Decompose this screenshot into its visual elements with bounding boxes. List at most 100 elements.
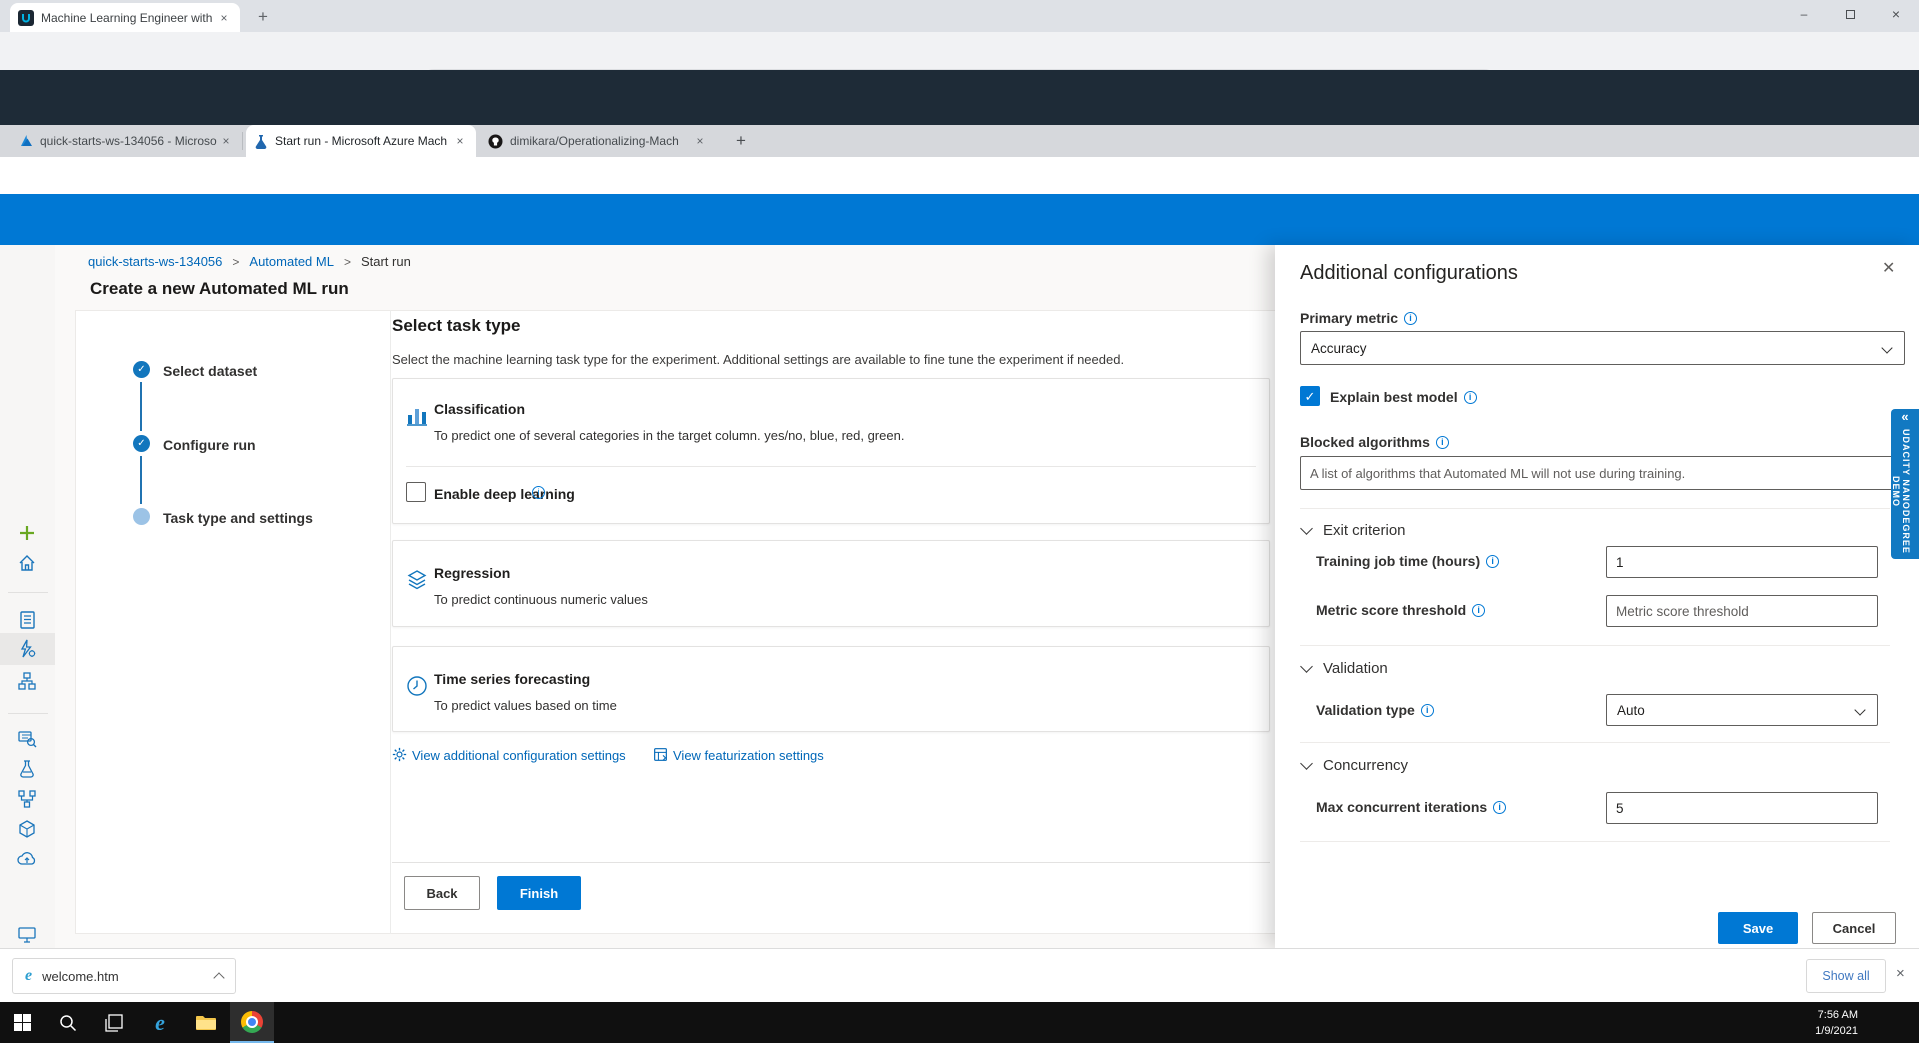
primary-metric-select[interactable]: Accuracy: [1300, 331, 1905, 365]
back-button[interactable]: Back: [404, 876, 480, 910]
validation-type-label-row: Validation type: [1316, 702, 1434, 718]
start-button[interactable]: [0, 1002, 44, 1043]
task-card-regression[interactable]: Regression To predict continuous numeric…: [392, 540, 1270, 627]
info-icon[interactable]: [1421, 704, 1434, 717]
minimize-icon[interactable]: [1781, 0, 1827, 28]
search-icon: [59, 1014, 77, 1032]
validation-type-select[interactable]: Auto: [1606, 694, 1878, 726]
close-icon[interactable]: [1896, 965, 1905, 982]
new-tab-button[interactable]: [252, 6, 274, 28]
divider: [242, 132, 243, 150]
udacity-demo-tab[interactable]: UDACITY NANODEGREE DEMO: [1891, 409, 1919, 559]
breadcrumb-current: Start run: [361, 254, 411, 269]
vm-tab-github[interactable]: dimikara/Operationalizing-Mach: [480, 125, 716, 157]
outer-tab-title: Machine Learning Engineer with: [41, 11, 216, 25]
training-time-label-row: Training job time (hours): [1316, 553, 1499, 569]
experiments-icon[interactable]: [15, 757, 39, 781]
close-icon[interactable]: [218, 133, 234, 149]
concurrency-section[interactable]: Concurrency: [1302, 757, 1408, 774]
task-card-classification[interactable]: Classification To predict one of several…: [392, 378, 1270, 524]
models-icon[interactable]: [15, 817, 39, 841]
enable-deep-learning-checkbox[interactable]: [406, 482, 426, 502]
info-icon[interactable]: [1404, 312, 1417, 325]
primary-metric-label: Primary metric: [1300, 310, 1398, 326]
datasets-icon[interactable]: [15, 727, 39, 751]
training-job-time-input[interactable]: [1606, 546, 1878, 578]
home-icon[interactable]: [15, 551, 39, 575]
panel-title: Additional configurations: [1300, 262, 1518, 285]
metric-score-threshold-input[interactable]: [1606, 595, 1878, 627]
vm-tab-workspace[interactable]: quick-starts-ws-134056 - Microso: [10, 125, 242, 157]
task-view-button[interactable]: [92, 1002, 136, 1043]
compute-icon[interactable]: [15, 923, 39, 947]
concurrency-label: Concurrency: [1323, 757, 1408, 774]
close-icon[interactable]: [216, 10, 232, 26]
internet-explorer-button[interactable]: [138, 1002, 182, 1043]
step-task-type[interactable]: Task type and settings: [163, 510, 313, 526]
step-connector: [140, 456, 142, 504]
exit-criterion-section[interactable]: Exit criterion: [1302, 522, 1406, 539]
breadcrumb-automl[interactable]: Automated ML: [249, 254, 334, 269]
info-icon[interactable]: [532, 486, 545, 499]
task-card-forecasting[interactable]: Time series forecasting To predict value…: [392, 646, 1270, 732]
step-task-type-icon[interactable]: [133, 508, 150, 525]
metric-threshold-label: Metric score threshold: [1316, 602, 1466, 618]
step-select-dataset[interactable]: Select dataset: [163, 363, 257, 379]
finish-button[interactable]: Finish: [497, 876, 581, 910]
view-additional-config-link[interactable]: View additional configuration settings: [412, 748, 626, 763]
maximize-icon[interactable]: [1827, 0, 1873, 28]
windows-logo-icon: [14, 1014, 31, 1031]
step-select-dataset-icon[interactable]: [133, 361, 150, 378]
nav-menu-icon[interactable]: [17, 497, 37, 511]
breadcrumb-workspace[interactable]: quick-starts-ws-134056: [88, 254, 222, 269]
vm-new-tab-button[interactable]: [730, 130, 752, 152]
info-icon[interactable]: [1493, 801, 1506, 814]
info-icon[interactable]: [1472, 604, 1485, 617]
divider: [1300, 508, 1890, 509]
close-icon[interactable]: [452, 133, 468, 149]
validation-type-label: Validation type: [1316, 702, 1415, 718]
outer-toolbar: ◁ ▷ classroom.udacity.com/nanodegrees/nd…: [0, 32, 1919, 70]
cancel-button[interactable]: Cancel: [1812, 912, 1896, 944]
info-icon[interactable]: [1464, 391, 1477, 404]
explain-best-model-checkbox[interactable]: [1300, 386, 1320, 406]
folder-icon: [195, 1014, 217, 1032]
close-icon[interactable]: [1873, 0, 1919, 28]
save-button[interactable]: Save: [1718, 912, 1798, 944]
explain-best-model-row: Explain best model: [1330, 389, 1477, 405]
github-icon: [488, 134, 503, 149]
outer-browser-tab[interactable]: Machine Learning Engineer with: [10, 3, 240, 32]
info-icon[interactable]: [1436, 436, 1449, 449]
endpoints-icon[interactable]: [15, 847, 39, 871]
show-all-button[interactable]: Show all: [1806, 959, 1886, 993]
chrome-button[interactable]: [230, 1002, 274, 1043]
close-icon[interactable]: [692, 133, 708, 149]
taskbar-clock[interactable]: 7:56 AM 1/9/2021: [1800, 1008, 1858, 1040]
blocked-algorithms-label: Blocked algorithms: [1300, 434, 1430, 450]
outer-window-controls: [1781, 0, 1919, 28]
designer-icon[interactable]: [15, 669, 39, 693]
search-button[interactable]: [46, 1002, 90, 1043]
vm-tab-start-run[interactable]: Start run - Microsoft Azure Mach: [246, 125, 476, 157]
clock-date: 1/9/2021: [1800, 1024, 1858, 1040]
clock-icon: [406, 675, 428, 697]
download-item[interactable]: welcome.htm: [12, 958, 236, 994]
view-featurization-link[interactable]: View featurization settings: [673, 748, 824, 763]
file-explorer-button[interactable]: [184, 1002, 228, 1043]
validation-section[interactable]: Validation: [1302, 660, 1388, 677]
max-iterations-label: Max concurrent iterations: [1316, 799, 1487, 815]
pipelines-icon[interactable]: [15, 787, 39, 811]
automated-ml-icon[interactable]: [15, 637, 39, 661]
step-configure-run-icon[interactable]: [133, 435, 150, 452]
blocked-algorithms-input[interactable]: [1300, 456, 1905, 490]
max-concurrent-iterations-input[interactable]: [1606, 792, 1878, 824]
info-icon[interactable]: [1486, 555, 1499, 568]
divider: [1300, 645, 1890, 646]
chevron-up-icon[interactable]: [213, 972, 224, 983]
close-icon[interactable]: [1882, 258, 1895, 278]
notebooks-icon[interactable]: [15, 608, 39, 632]
udacity-logo-icon: [18, 10, 34, 26]
step-configure-run[interactable]: Configure run: [163, 437, 256, 453]
expand-icon: [1891, 409, 1919, 425]
new-icon[interactable]: [15, 521, 39, 545]
